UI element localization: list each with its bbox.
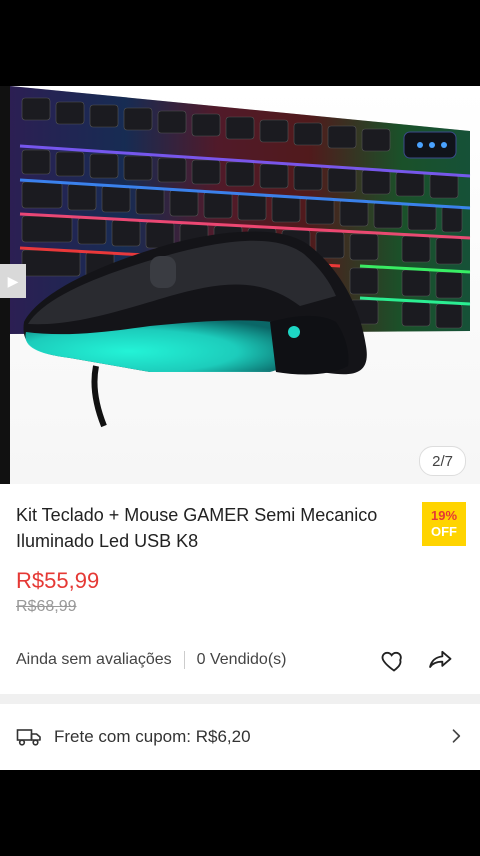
top-black-bar	[0, 0, 480, 86]
favorite-button[interactable]	[378, 644, 410, 676]
product-info-card: Kit Teclado + Mouse GAMER Semi Mecanico …	[0, 484, 480, 694]
original-price: R$68,99	[16, 598, 77, 615]
product-meta-row: Ainda sem avaliações 0 Vendido(s)	[16, 646, 464, 674]
reviews-status[interactable]: Ainda sem avaliações	[16, 651, 172, 669]
product-title: Kit Teclado + Mouse GAMER Semi Mecanico …	[16, 505, 378, 551]
discount-off-label: OFF	[431, 524, 457, 539]
gallery-counter: 2/7	[419, 446, 466, 476]
heart-icon	[381, 651, 402, 672]
shipping-row[interactable]: Frete com cupom: R$6,20	[0, 704, 480, 770]
share-icon	[429, 650, 452, 668]
current-price: R$55,99	[16, 568, 100, 593]
product-image-gallery[interactable]: ▶ 2/7	[0, 86, 480, 484]
sold-count: 0 Vendido(s)	[196, 651, 287, 668]
shipping-text: Frete com cupom: R$6,20	[54, 727, 251, 746]
discount-percent: 19%	[430, 508, 458, 523]
section-divider	[0, 694, 480, 704]
app-screen: ▶ 2/7 Kit Teclado + Mouse GAMER Semi Mec…	[0, 0, 480, 856]
truck-icon	[16, 729, 41, 746]
gallery-prev-arrow[interactable]: ▶	[0, 264, 26, 298]
discount-badge: 19% OFF	[422, 502, 466, 546]
chevron-right-icon	[452, 729, 461, 743]
bottom-black-bar	[0, 770, 480, 856]
product-image	[10, 86, 471, 428]
share-button[interactable]	[424, 644, 456, 676]
meta-divider	[183, 651, 185, 669]
